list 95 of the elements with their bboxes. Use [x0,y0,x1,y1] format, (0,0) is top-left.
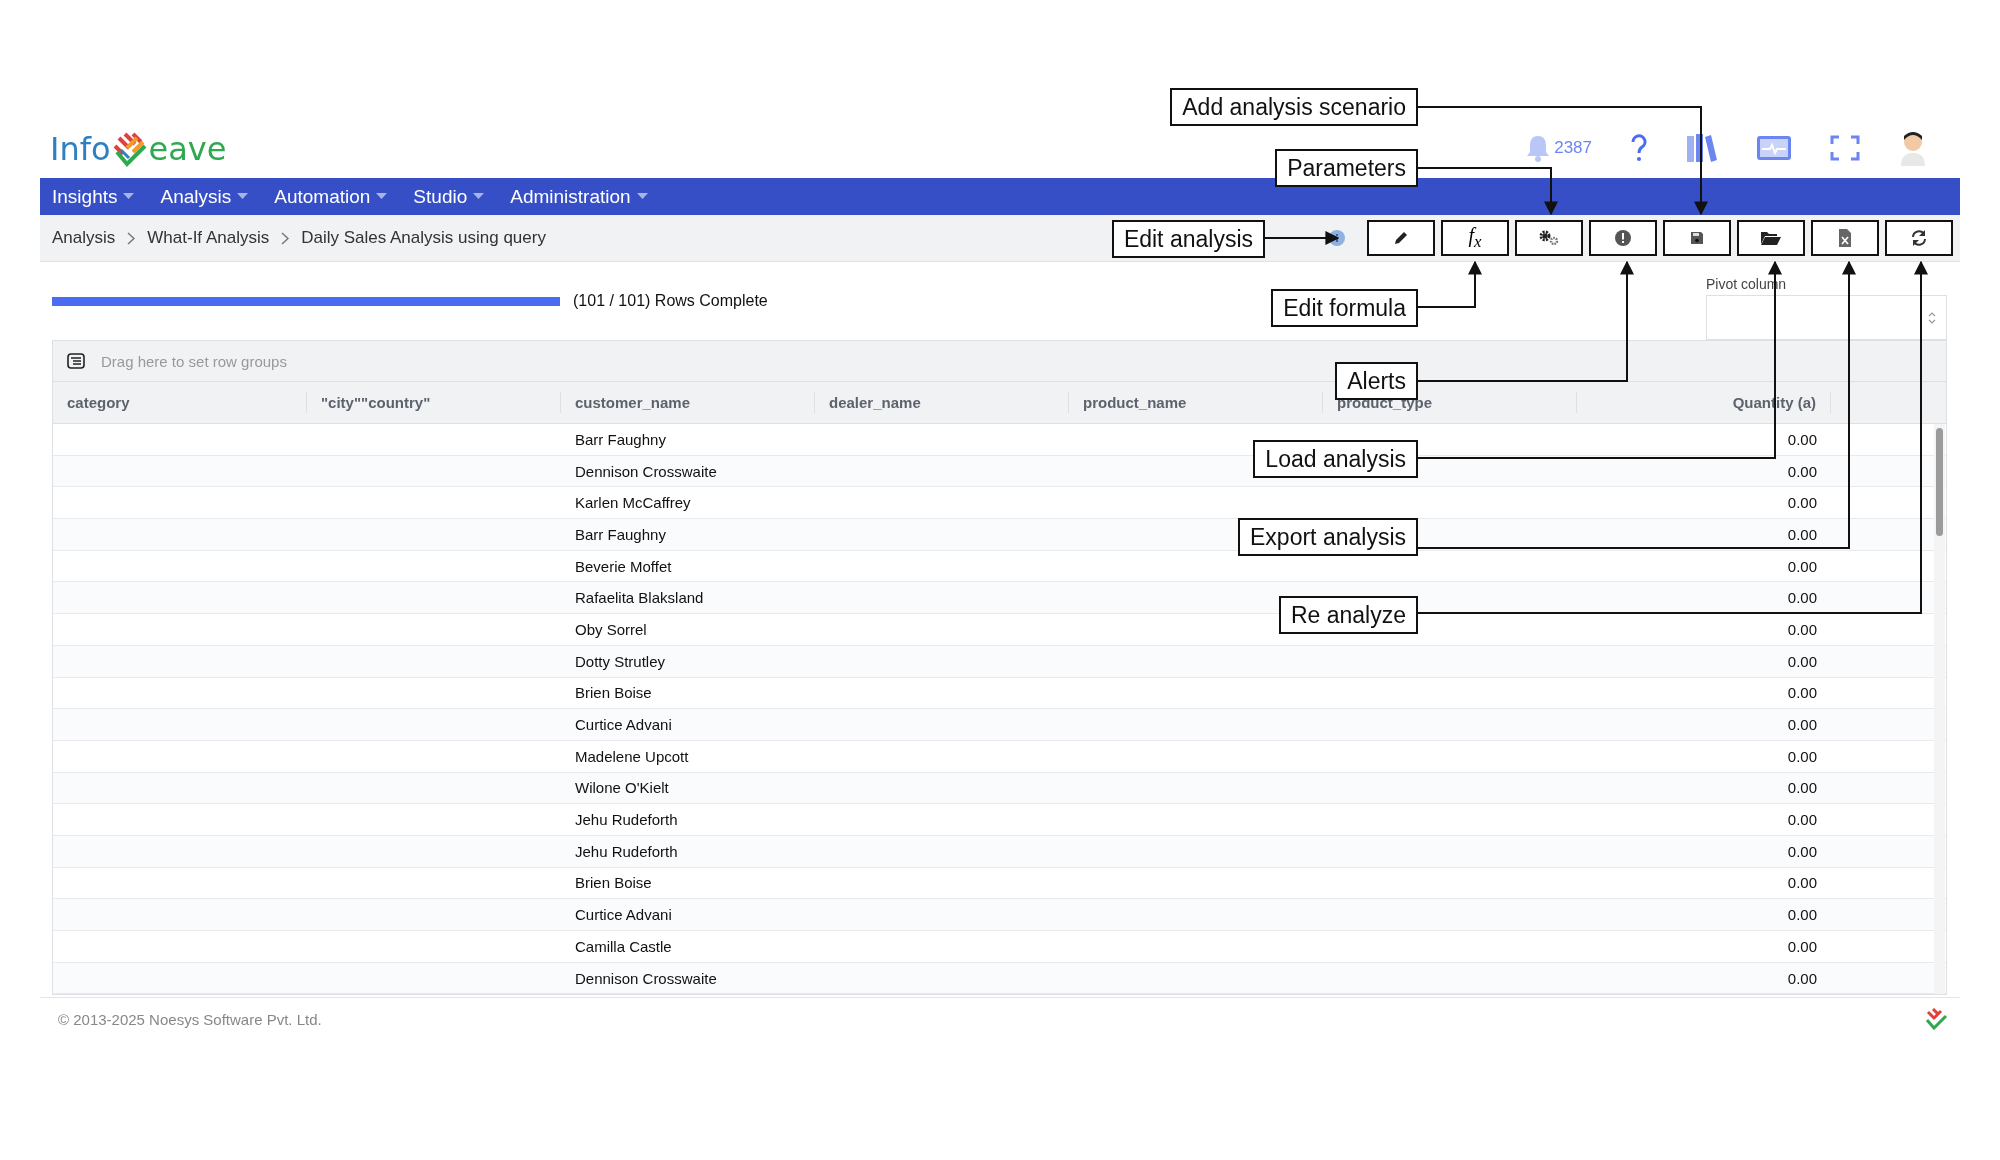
table-cell-text: 0.00 [1786,429,1818,450]
table-cell-text: Rafaelita Blaksland [574,588,705,609]
table-cell-text: 0.00 [1786,968,1818,989]
caret-icon [237,193,249,200]
table-cell-text: Dennison Crosswaite [574,968,718,989]
table-cell-text: 0.00 [1786,619,1818,640]
fullscreen-icon[interactable] [1830,135,1860,161]
table-cell-text: 0.00 [1786,715,1818,736]
nav-menu-item[interactable]: Automation [274,185,388,208]
refresh-icon [1910,229,1928,247]
table-cell-text: Brien Boise [574,873,653,894]
table-cell-text: 0.00 [1786,556,1818,577]
table-cell-text: 0.00 [1786,746,1818,767]
callout-label: Re analyze [1278,596,1418,634]
table-cell-text: 0.00 [1786,493,1818,514]
table-cell-text: Oby Sorrel [574,619,648,640]
table-cell-text: 0.00 [1786,683,1818,704]
alert-icon [1614,229,1632,247]
logo-text: Info [50,130,111,168]
table-cell-text: 0.00 [1786,778,1818,799]
breadcrumb-item[interactable]: What-If Analysis [147,228,270,248]
column-header[interactable]: category [53,392,307,413]
table-cell-text: Dotty Strutley [574,651,667,672]
caret-icon [376,193,388,200]
folder-icon [1760,230,1782,246]
export-button[interactable] [1811,220,1879,256]
help-icon[interactable] [1630,134,1648,162]
callout-label: Load analysis [1253,440,1418,478]
woven-mark-icon [1924,1008,1948,1031]
table-cell-text: Wilone O'Kielt [574,778,670,799]
save-button[interactable] [1663,220,1731,256]
table-cell-text: 0.00 [1786,810,1818,831]
nav-menu-item[interactable]: Analysis [160,185,249,208]
table-cell-text: Barr Faughny [574,429,667,450]
table-cell-text: Barr Faughny [574,524,667,545]
formula-button[interactable]: f$_{x}$ [1441,220,1509,256]
notification-count: 2387 [1554,138,1592,158]
sort-arrows-icon [1928,310,1936,325]
table-cell-text: Madelene Upcott [574,746,690,767]
column-header[interactable]: product_name [1069,392,1323,413]
pencil-icon [1392,229,1410,247]
column-header[interactable]: "city""country" [307,392,561,413]
caret-icon [123,193,135,200]
group-list-icon [67,353,85,369]
table-cell-text: Camilla Castle [574,936,673,957]
table-cell-text: 0.00 [1786,461,1818,482]
table-cell-text: 0.00 [1786,524,1818,545]
table-cell-text: Brien Boise [574,683,653,704]
table-cell-text: Jehu Rudeforth [574,810,679,831]
logo-text: eave [148,130,227,168]
callout-label: Edit formula [1271,289,1418,327]
table-cell-text: Karlen McCaffrey [574,493,692,514]
table-cell-text: Curtice Advani [574,715,673,736]
monitor-icon[interactable] [1756,135,1792,161]
info-icon[interactable] [1329,230,1345,246]
avatar-icon[interactable] [1898,130,1928,166]
callout-label: Edit analysis [1111,220,1265,258]
row-group-hint: Drag here to set row groups [101,352,287,370]
table-cell-text: 0.00 [1786,936,1818,957]
books-icon[interactable] [1686,133,1718,163]
table-cell-text: Jehu Rudeforth [574,841,679,862]
breadcrumb-item: Daily Sales Analysis using query [301,228,546,248]
breadcrumb-item[interactable]: Analysis [52,228,116,248]
callout-label: Export analysis [1238,518,1418,556]
table-cell-text: 0.00 [1786,651,1818,672]
nav-menu-item[interactable]: Insights [52,185,135,208]
load-button[interactable] [1737,220,1805,256]
chevron-icon [127,231,136,245]
table-cell-text: Dennison Crosswaite [574,461,718,482]
table-cell-text: Curtice Advani [574,905,673,926]
alerts-button[interactable] [1589,220,1657,256]
callout-label: Alerts [1335,362,1418,400]
scrollbar[interactable] [1934,424,1945,995]
progress-text: (101 / 101) Rows Complete [573,292,768,310]
copyright-text: © 2013-2025 Noesys Software Pvt. Ltd. [58,1010,322,1028]
chevron-icon [281,231,290,245]
table-cell-text: Beverie Moffet [574,556,673,577]
pivot-column-select[interactable] [1706,295,1947,340]
callout-label: Parameters [1275,149,1418,187]
callout-label: Add analysis scenario [1170,88,1418,126]
column-header[interactable]: customer_name [561,392,815,413]
parameters-button[interactable] [1515,220,1583,256]
table-cell-text: 0.00 [1786,841,1818,862]
table-cell-text: 0.00 [1786,905,1818,926]
caret-icon [473,193,485,200]
nav-menu-item[interactable]: Administration [510,185,648,208]
spreadsheet-file-icon [1837,228,1853,248]
table-cell-text: 0.00 [1786,873,1818,894]
column-header[interactable]: dealer_name [815,392,1069,413]
refresh-button[interactable] [1885,220,1953,256]
gears-icon [1537,229,1561,247]
caret-icon [636,193,648,200]
table-cell-text: 0.00 [1786,588,1818,609]
edit-button[interactable] [1367,220,1435,256]
nav-menu-item[interactable]: Studio [413,185,485,208]
